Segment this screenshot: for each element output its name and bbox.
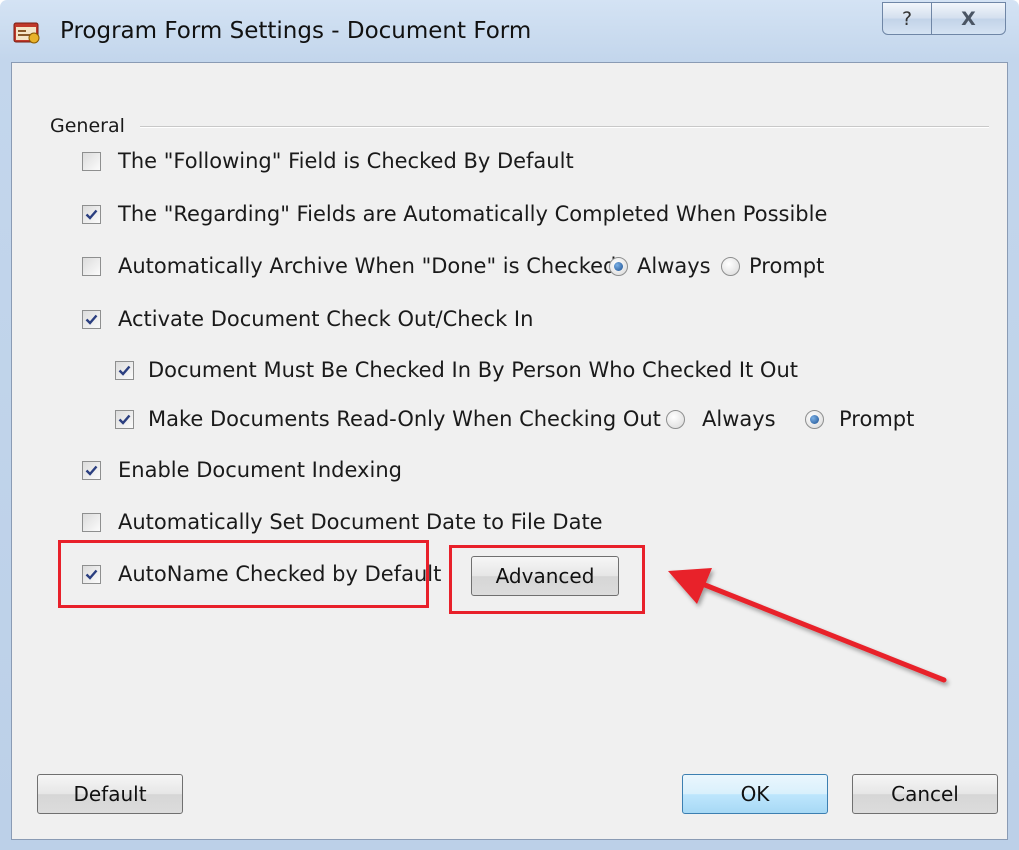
annotation-arrow-icon [668,568,947,683]
